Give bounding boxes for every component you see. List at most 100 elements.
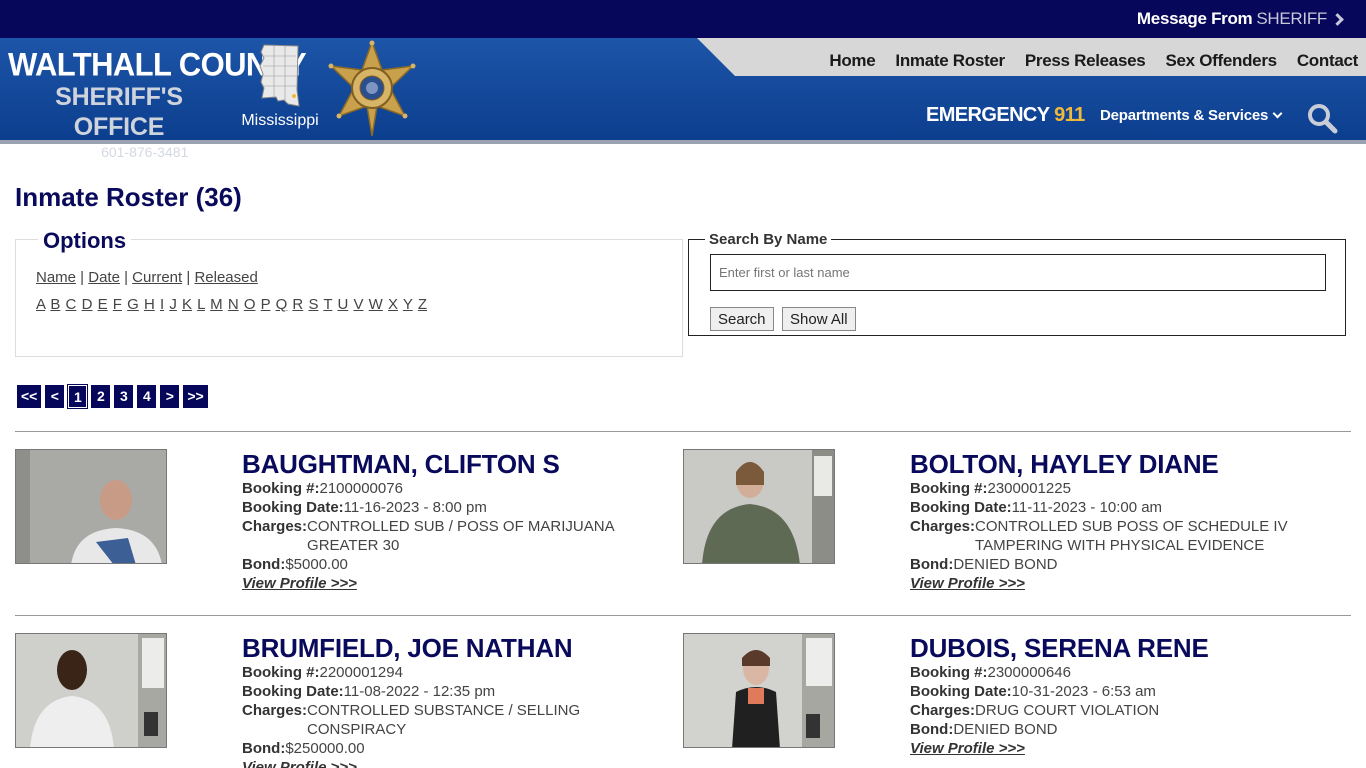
letter-filter-m[interactable]: M [210,296,223,313]
booking-number-label: Booking #: [910,480,988,497]
chevron-down-icon [1272,108,1283,119]
letter-filter-j[interactable]: J [169,296,177,313]
pagination: << < 1 2 3 4 > >> [17,384,208,409]
booking-number: 2300000646 [987,664,1071,681]
message-from-name: SHERIFF [1256,9,1327,28]
booking-number-label: Booking #: [910,664,988,681]
nav-contact[interactable]: Contact [1297,51,1358,71]
letter-filter-l[interactable]: L [197,296,205,313]
sort-date-link[interactable]: Date [88,269,120,286]
charges-label: Charges: [242,518,308,535]
letter-filter-o[interactable]: O [244,296,256,313]
departments-dropdown[interactable]: Departments & Services [1100,107,1283,124]
booking-date-label: Booking Date: [910,499,1012,516]
view-profile-link[interactable]: View Profile >>> [910,740,1025,757]
mugshot-placeholder-icon [16,634,166,747]
bond-label: Bond: [910,721,954,738]
inmate-info: DUBOIS, SERENA RENE Booking #:2300000646… [910,633,1209,758]
sort-current-link[interactable]: Current [132,269,182,286]
page-4-button[interactable]: 4 [137,385,157,408]
page-last-button[interactable]: >> [183,385,208,408]
search-button[interactable]: Search [710,307,774,331]
booking-date: 11-11-2023 - 10:00 am [1011,499,1163,516]
letter-filter-e[interactable]: E [98,296,108,313]
letter-filter-f[interactable]: F [113,296,122,313]
nav-inmate-roster[interactable]: Inmate Roster [895,51,1005,71]
letter-filter-d[interactable]: D [82,296,93,313]
charge-line: CONSPIRACY [307,721,407,738]
page-prev-button[interactable]: < [45,385,65,408]
nav-press-releases[interactable]: Press Releases [1025,51,1146,71]
letter-filter-i[interactable]: I [160,296,164,313]
inmate-card: BAUGHTMAN, CLIFTON S Booking #:210000007… [15,449,683,619]
letter-filter-c[interactable]: C [66,296,77,313]
letter-filter-h[interactable]: H [144,296,155,313]
page-2-button[interactable]: 2 [91,385,111,408]
letter-filter-z[interactable]: Z [418,296,427,313]
charge-line: CONTROLLED SUB POSS OF SCHEDULE IV [975,518,1288,535]
inmate-photo[interactable] [683,633,835,748]
page-next-button[interactable]: > [160,385,180,408]
view-profile-link[interactable]: View Profile >>> [242,575,357,592]
letter-filter-g[interactable]: G [127,296,139,313]
booking-date-label: Booking Date: [910,683,1012,700]
search-icon[interactable] [1306,102,1338,134]
booking-number: 2100000076 [319,480,403,497]
letter-filter-w[interactable]: W [369,296,383,313]
letter-filter-u[interactable]: U [337,296,348,313]
alphabet-filter: A B C D E F G H I J K L M N O P Q R S T … [36,296,427,313]
letter-filter-b[interactable]: B [50,296,60,313]
emergency-number[interactable]: EMERGENCY 911 [926,104,1085,127]
letter-filter-v[interactable]: V [353,296,363,313]
inmate-photo[interactable] [683,449,835,564]
charge-line: CONTROLLED SUB / POSS OF MARIJUANA [307,518,615,535]
letter-filter-p[interactable]: P [261,296,271,313]
page-first-button[interactable]: << [17,385,42,408]
site-header: WALTHALL COUNTY SHERIFF'S OFFICE Phone: … [0,38,1366,160]
letter-filter-q[interactable]: Q [276,296,288,313]
inmate-card: BRUMFIELD, JOE NATHAN Booking #:22000012… [15,633,683,768]
name-search-input[interactable] [710,254,1326,291]
mugshot-placeholder-icon [684,450,834,563]
phone-number: 601-876-3481 [101,144,189,160]
letter-filter-k[interactable]: K [182,296,192,313]
booking-date: 10-31-2023 - 6:53 am [1011,683,1156,700]
sort-links: Name | Date | Current | Released [36,269,258,286]
letter-filter-r[interactable]: R [292,296,303,313]
charge-line: TAMPERING WITH PHYSICAL EVIDENCE [975,537,1265,554]
inmate-info: BRUMFIELD, JOE NATHAN Booking #:22000012… [242,633,580,768]
letter-filter-n[interactable]: N [228,296,239,313]
departments-label: Departments & Services [1100,107,1269,124]
bond-amount: $250000.00 [285,740,365,757]
inmate-photo[interactable] [15,449,167,564]
booking-date: 11-08-2022 - 12:35 pm [343,683,496,700]
search-legend: Search By Name [705,231,832,248]
page-3-button[interactable]: 3 [114,385,134,408]
view-profile-link[interactable]: View Profile >>> [242,759,357,768]
inmate-name: BOLTON, HAYLEY DIANE [910,449,1219,479]
sort-name-link[interactable]: Name [36,269,76,286]
letter-filter-s[interactable]: S [308,296,318,313]
site-brand[interactable]: WALTHALL COUNTY SHERIFF'S OFFICE Phone: … [8,47,307,160]
message-from-sheriff-link[interactable]: Message From SHERIFF [1137,9,1344,29]
show-all-button[interactable]: Show All [782,307,856,331]
booking-number: 2200001294 [319,664,403,681]
page-1-button[interactable]: 1 [67,384,89,409]
mugshot-placeholder-icon [16,450,166,563]
mississippi-map-icon [259,44,300,107]
booking-number-label: Booking #: [242,480,320,497]
letter-filter-x[interactable]: X [388,296,398,313]
letter-filter-t[interactable]: T [323,296,332,313]
mugshot-placeholder-icon [684,634,834,747]
inmate-info: BAUGHTMAN, CLIFTON S Booking #:210000007… [242,449,615,593]
nav-home[interactable]: Home [829,51,875,71]
inmate-photo[interactable] [15,633,167,748]
letter-filter-y[interactable]: Y [403,296,413,313]
bond-amount: $5000.00 [285,556,348,573]
letter-filter-a[interactable]: A [36,296,45,313]
booking-date-label: Booking Date: [242,683,344,700]
nav-sex-offenders[interactable]: Sex Offenders [1165,51,1277,71]
view-profile-link[interactable]: View Profile >>> [910,575,1025,592]
booking-number: 2300001225 [987,480,1071,497]
sort-released-link[interactable]: Released [194,269,257,286]
